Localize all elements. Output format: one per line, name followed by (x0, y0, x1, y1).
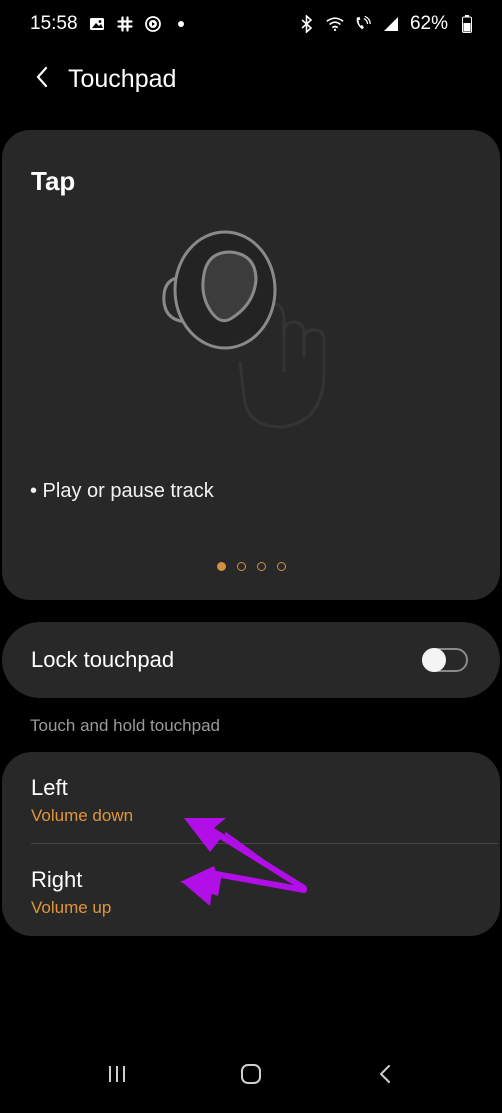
page-dot-active[interactable] (216, 562, 226, 571)
notification-dot-icon (172, 15, 190, 33)
bluetooth-icon (298, 15, 316, 33)
status-bar: 15:58 62% (0, 0, 502, 48)
home-button[interactable] (221, 1052, 281, 1102)
gesture-card[interactable]: Tap • Play or pause track (2, 130, 500, 600)
navigation-bar (0, 1040, 502, 1113)
section-header: Touch and hold touchpad (30, 716, 220, 735)
page-indicator[interactable] (2, 562, 500, 571)
back-button[interactable] (22, 59, 62, 99)
wifi-icon (326, 15, 344, 33)
status-time: 15:58 (30, 13, 78, 34)
page-dot[interactable] (256, 562, 266, 571)
lock-touchpad-toggle[interactable] (422, 648, 468, 672)
page-dot[interactable] (276, 562, 286, 571)
slack-icon (116, 15, 134, 33)
page-dot[interactable] (236, 562, 246, 571)
app-bar: Touchpad (0, 48, 502, 110)
nav-back-button[interactable] (355, 1052, 415, 1102)
call-signal-icon (354, 15, 372, 33)
gesture-title: Tap (31, 166, 76, 196)
back-chevron-icon (35, 65, 49, 94)
status-left: 15:58 (30, 13, 190, 35)
page-title: Touchpad (68, 64, 177, 93)
right-earbud-row[interactable]: Right Volume up (2, 844, 500, 936)
battery-icon (458, 15, 476, 33)
recent-apps-button[interactable] (87, 1052, 147, 1102)
touch-and-hold-card: Left Volume down Right Volume up (2, 752, 500, 936)
row-title: Right (31, 867, 83, 892)
recent-apps-icon (107, 1065, 127, 1088)
home-icon (240, 1063, 262, 1090)
lock-touchpad-row[interactable]: Lock touchpad (2, 622, 500, 698)
back-icon (378, 1064, 392, 1089)
toggle-knob (422, 648, 446, 672)
row-title: Left (31, 775, 68, 800)
gesture-description: • Play or pause track (30, 480, 214, 502)
battery-percent: 62% (409, 13, 448, 34)
status-right: 62% (298, 13, 476, 35)
lock-touchpad-label: Lock touchpad (31, 647, 175, 672)
signal-icon (382, 15, 400, 33)
left-earbud-row[interactable]: Left Volume down (2, 752, 500, 844)
row-value: Volume up (31, 898, 112, 917)
row-value: Volume down (31, 806, 134, 825)
earbud-icon (152, 222, 352, 432)
gallery-icon (88, 15, 106, 33)
media-icon (144, 15, 162, 33)
